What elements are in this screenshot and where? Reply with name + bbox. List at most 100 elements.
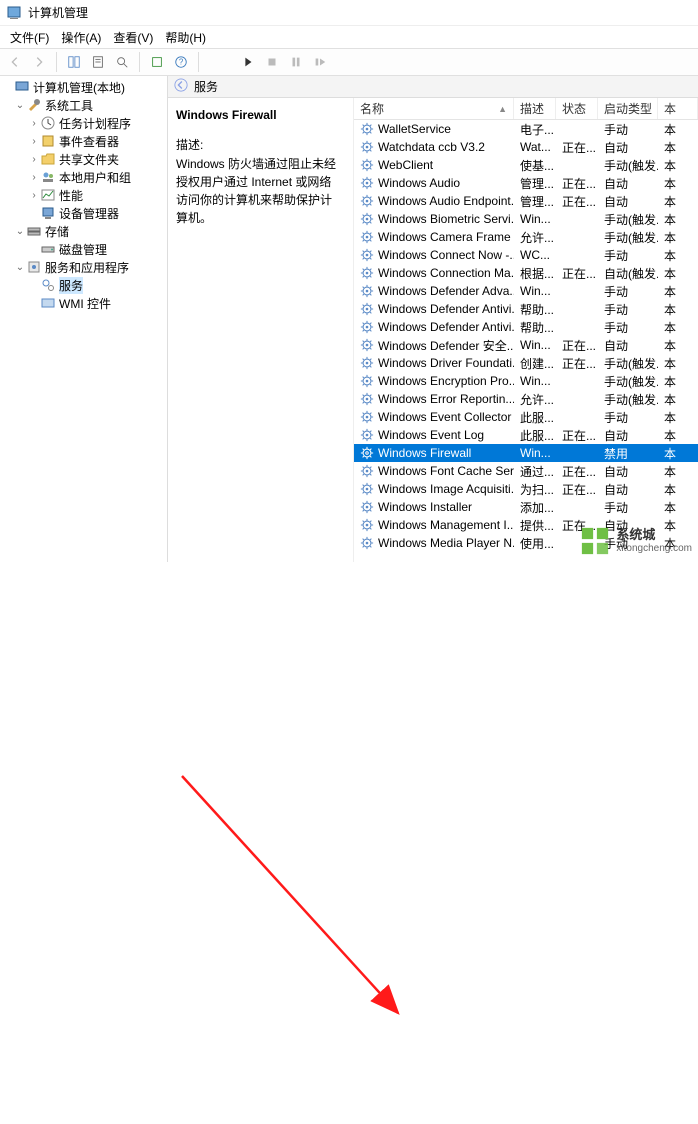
- start-service-button[interactable]: [237, 51, 259, 73]
- service-status: 正在...: [556, 175, 598, 192]
- service-row[interactable]: Windows FirewallWin...禁用本: [354, 444, 698, 462]
- menu-file[interactable]: 文件(F): [4, 27, 55, 48]
- service-row[interactable]: Windows Font Cache Ser...通过...正在...自动本: [354, 462, 698, 480]
- service-name: Windows Defender Adva...: [378, 284, 514, 298]
- tree-event-viewer[interactable]: › 事件查看器: [0, 132, 167, 150]
- service-desc: 使用...: [514, 535, 556, 552]
- restart-service-button[interactable]: [309, 51, 331, 73]
- service-startup: 自动: [598, 175, 658, 192]
- expand-icon[interactable]: ›: [28, 136, 40, 147]
- computer-icon: [14, 79, 30, 95]
- tree-shared-folders[interactable]: › 共享文件夹: [0, 150, 167, 168]
- collapse-icon[interactable]: ⌄: [14, 226, 26, 237]
- service-ext: 本: [658, 463, 698, 480]
- toolbar: ?: [0, 48, 698, 76]
- service-row[interactable]: Windows Defender Adva...Win...手动本: [354, 282, 698, 300]
- expand-icon[interactable]: ›: [28, 172, 40, 183]
- tree-system-tools[interactable]: ⌄ 系统工具: [0, 96, 167, 114]
- tree-root[interactable]: 计算机管理(本地): [0, 78, 167, 96]
- expand-icon[interactable]: ›: [28, 154, 40, 165]
- title-bar: 计算机管理: [0, 0, 698, 26]
- service-row[interactable]: Windows Error Reportin...允许...手动(触发...本: [354, 390, 698, 408]
- col-startup[interactable]: 启动类型: [598, 98, 658, 119]
- service-desc: 添加...: [514, 499, 556, 516]
- tree-storage[interactable]: ⌄ 存储: [0, 222, 167, 240]
- service-row[interactable]: WebClient使基...手动(触发...本: [354, 156, 698, 174]
- tree-performance[interactable]: › 性能: [0, 186, 167, 204]
- export-button[interactable]: [111, 51, 133, 73]
- menu-action[interactable]: 操作(A): [55, 27, 107, 48]
- service-row[interactable]: Windows Event Collector此服...手动本: [354, 408, 698, 426]
- collapse-icon[interactable]: ⌄: [14, 262, 26, 273]
- stop-service-button[interactable]: [261, 51, 283, 73]
- nav-back-button[interactable]: [4, 51, 26, 73]
- service-row[interactable]: Windows Driver Foundati...创建...正在...手动(触…: [354, 354, 698, 372]
- collapse-icon[interactable]: ⌄: [14, 100, 26, 111]
- col-name[interactable]: 名称▲: [354, 98, 514, 119]
- service-row[interactable]: Windows Audio Endpoint...管理...正在...自动本: [354, 192, 698, 210]
- tree-local-users[interactable]: › 本地用户和组: [0, 168, 167, 186]
- services-header: 服务: [168, 76, 698, 98]
- service-row[interactable]: Windows Defender Antivi...帮助...手动本: [354, 318, 698, 336]
- service-startup: 手动: [598, 247, 658, 264]
- service-ext: 本: [658, 481, 698, 498]
- service-name: Windows Audio: [378, 176, 460, 190]
- perf-icon: [40, 187, 56, 203]
- pause-service-button[interactable]: [285, 51, 307, 73]
- service-startup: 手动(触发...: [598, 373, 658, 390]
- service-startup: 自动: [598, 463, 658, 480]
- service-row[interactable]: Windows Defender 安全...Win...正在...自动本: [354, 336, 698, 354]
- menu-view[interactable]: 查看(V): [107, 27, 159, 48]
- service-desc: 管理...: [514, 175, 556, 192]
- tree-wmi[interactable]: WMI 控件: [0, 294, 167, 312]
- service-ext: 本: [658, 391, 698, 408]
- service-row[interactable]: Watchdata ccb V3.2Wat...正在...自动本: [354, 138, 698, 156]
- service-startup: 自动: [598, 337, 658, 354]
- service-row[interactable]: Windows Camera Frame ...允许...手动(触发...本: [354, 228, 698, 246]
- nav-tree[interactable]: 计算机管理(本地) ⌄ 系统工具 › 任务计划程序 › 事件查看器 › 共享文件…: [0, 76, 168, 562]
- service-name: Windows Event Collector: [378, 410, 511, 424]
- service-ext: 本: [658, 229, 698, 246]
- nav-forward-button[interactable]: [28, 51, 50, 73]
- service-status: 正在...: [556, 427, 598, 444]
- tree-services-apps[interactable]: ⌄ 服务和应用程序: [0, 258, 167, 276]
- service-row[interactable]: Windows Encryption Pro...Win...手动(触发...本: [354, 372, 698, 390]
- service-row[interactable]: Windows Connection Ma...根据...正在...自动(触发.…: [354, 264, 698, 282]
- service-rows[interactable]: WalletService电子...手动本Watchdata ccb V3.2W…: [354, 120, 698, 562]
- service-ext: 本: [658, 139, 698, 156]
- service-row[interactable]: Windows Installer添加...手动本: [354, 498, 698, 516]
- menu-help[interactable]: 帮助(H): [159, 27, 212, 48]
- service-startup: 手动: [598, 409, 658, 426]
- tree-services[interactable]: 服务: [0, 276, 167, 294]
- service-startup: 手动(触发...: [598, 211, 658, 228]
- service-row[interactable]: WalletService电子...手动本: [354, 120, 698, 138]
- service-row[interactable]: Windows Biometric Servi...Win...手动(触发...…: [354, 210, 698, 228]
- col-desc[interactable]: 描述: [514, 98, 556, 119]
- service-row[interactable]: Windows Event Log此服...正在...自动本: [354, 426, 698, 444]
- tree-device-manager[interactable]: 设备管理器: [0, 204, 167, 222]
- show-hide-tree-button[interactable]: [63, 51, 85, 73]
- service-row[interactable]: Windows Connect Now -...WC...手动本: [354, 246, 698, 264]
- disk-icon: [40, 241, 56, 257]
- expand-icon[interactable]: ›: [28, 118, 40, 129]
- service-desc: 允许...: [514, 391, 556, 408]
- service-row[interactable]: Windows Audio管理...正在...自动本: [354, 174, 698, 192]
- expand-icon[interactable]: ›: [28, 190, 40, 201]
- refresh-button[interactable]: [146, 51, 168, 73]
- service-desc: 帮助...: [514, 319, 556, 336]
- tree-disk-mgmt[interactable]: 磁盘管理: [0, 240, 167, 258]
- tree-task-scheduler[interactable]: › 任务计划程序: [0, 114, 167, 132]
- back-icon[interactable]: [174, 78, 188, 95]
- service-list: 名称▲ 描述 状态 启动类型 本 WalletService电子...手动本Wa…: [354, 98, 698, 562]
- service-startup: 自动: [598, 139, 658, 156]
- service-desc: 使基...: [514, 157, 556, 174]
- service-name: Windows Event Log: [378, 428, 484, 442]
- help-button[interactable]: ?: [170, 51, 192, 73]
- col-ext[interactable]: 本: [658, 98, 698, 119]
- sort-asc-icon: ▲: [498, 104, 507, 114]
- service-row[interactable]: Windows Image Acquisiti...为扫...正在...自动本: [354, 480, 698, 498]
- properties-button[interactable]: [87, 51, 109, 73]
- col-status[interactable]: 状态: [556, 98, 598, 119]
- service-desc: 允许...: [514, 229, 556, 246]
- service-row[interactable]: Windows Defender Antivi...帮助...手动本: [354, 300, 698, 318]
